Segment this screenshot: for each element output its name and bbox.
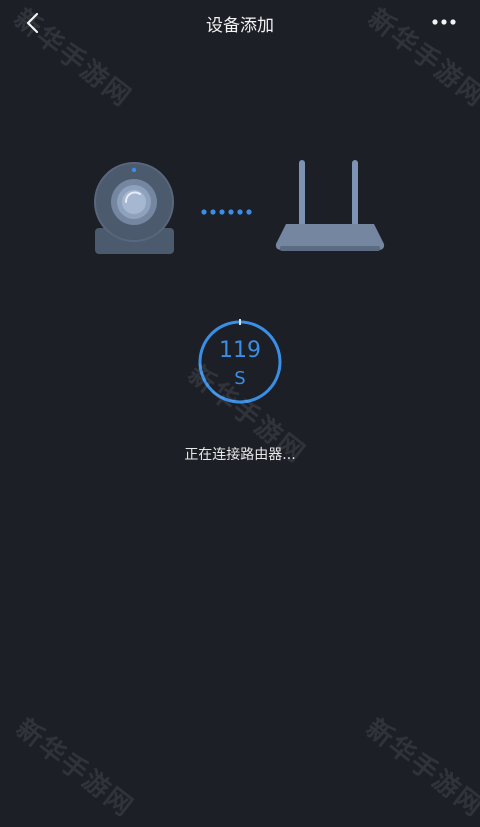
top-bar: 设备添加 — [0, 0, 480, 44]
countdown-unit: S — [234, 368, 246, 389]
watermark: 新华手游网 — [360, 713, 480, 824]
more-horizontal-icon — [432, 19, 456, 25]
watermark: 新华手游网 — [10, 713, 139, 824]
connection-illustration — [0, 150, 480, 260]
status-text: 正在连接路由器... — [184, 447, 296, 463]
countdown-timer: 119 S — [196, 318, 284, 406]
camera-icon — [90, 156, 180, 256]
more-button[interactable] — [430, 12, 458, 32]
page-title: 设备添加 — [206, 16, 274, 36]
countdown-value: 119 — [219, 338, 261, 363]
connecting-dots — [200, 202, 256, 215]
router-icon — [272, 158, 388, 254]
